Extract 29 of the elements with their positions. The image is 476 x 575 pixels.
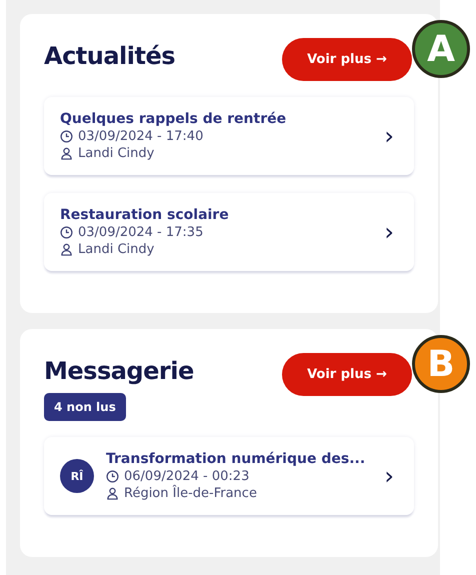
avatar: RÎ (60, 459, 94, 493)
list-item[interactable]: Restauration scolaire 03/09/2024 - 17:35 Landi Cindy › (44, 193, 414, 271)
clock-icon (60, 130, 73, 143)
clock-icon (60, 226, 73, 239)
callout-marker: A (412, 20, 470, 78)
unread-badge: 4 non lus (44, 393, 126, 421)
see-more-button[interactable]: Voir plus → (282, 353, 412, 396)
section-title: Actualités (44, 42, 176, 70)
chevron-icon: › (384, 220, 394, 244)
item-date: 03/09/2024 - 17:35 (78, 225, 204, 240)
item-title: Transformation numérique des... (106, 451, 366, 467)
item-date: 06/09/2024 - 00:23 (124, 469, 250, 484)
person-icon (60, 147, 73, 160)
item-title: Restauration scolaire (60, 207, 230, 223)
item-title: Quelques rappels de rentrée (60, 111, 288, 127)
person-icon (106, 487, 119, 500)
clock-icon (106, 470, 119, 483)
list-item[interactable]: RÎ Transformation numérique des... 06/09/2024 - 00:23 Région Île-de-France › (44, 437, 414, 515)
chevron-icon: › (384, 464, 394, 488)
list-item[interactable]: Quelques rappels de rentrée 03/09/2024 - 17:40 Landi Cindy › (44, 97, 414, 175)
section-title: Messagerie (44, 357, 194, 385)
callout-marker: B (412, 335, 470, 393)
item-date: 03/09/2024 - 17:40 (78, 129, 204, 144)
item-author: Landi Cindy (78, 146, 154, 161)
chevron-icon: › (384, 124, 394, 148)
item-author: Landi Cindy (78, 242, 154, 257)
item-author: Région Île-de-France (124, 486, 257, 501)
person-icon (60, 243, 73, 256)
see-more-button[interactable]: Voir plus → (282, 38, 412, 81)
